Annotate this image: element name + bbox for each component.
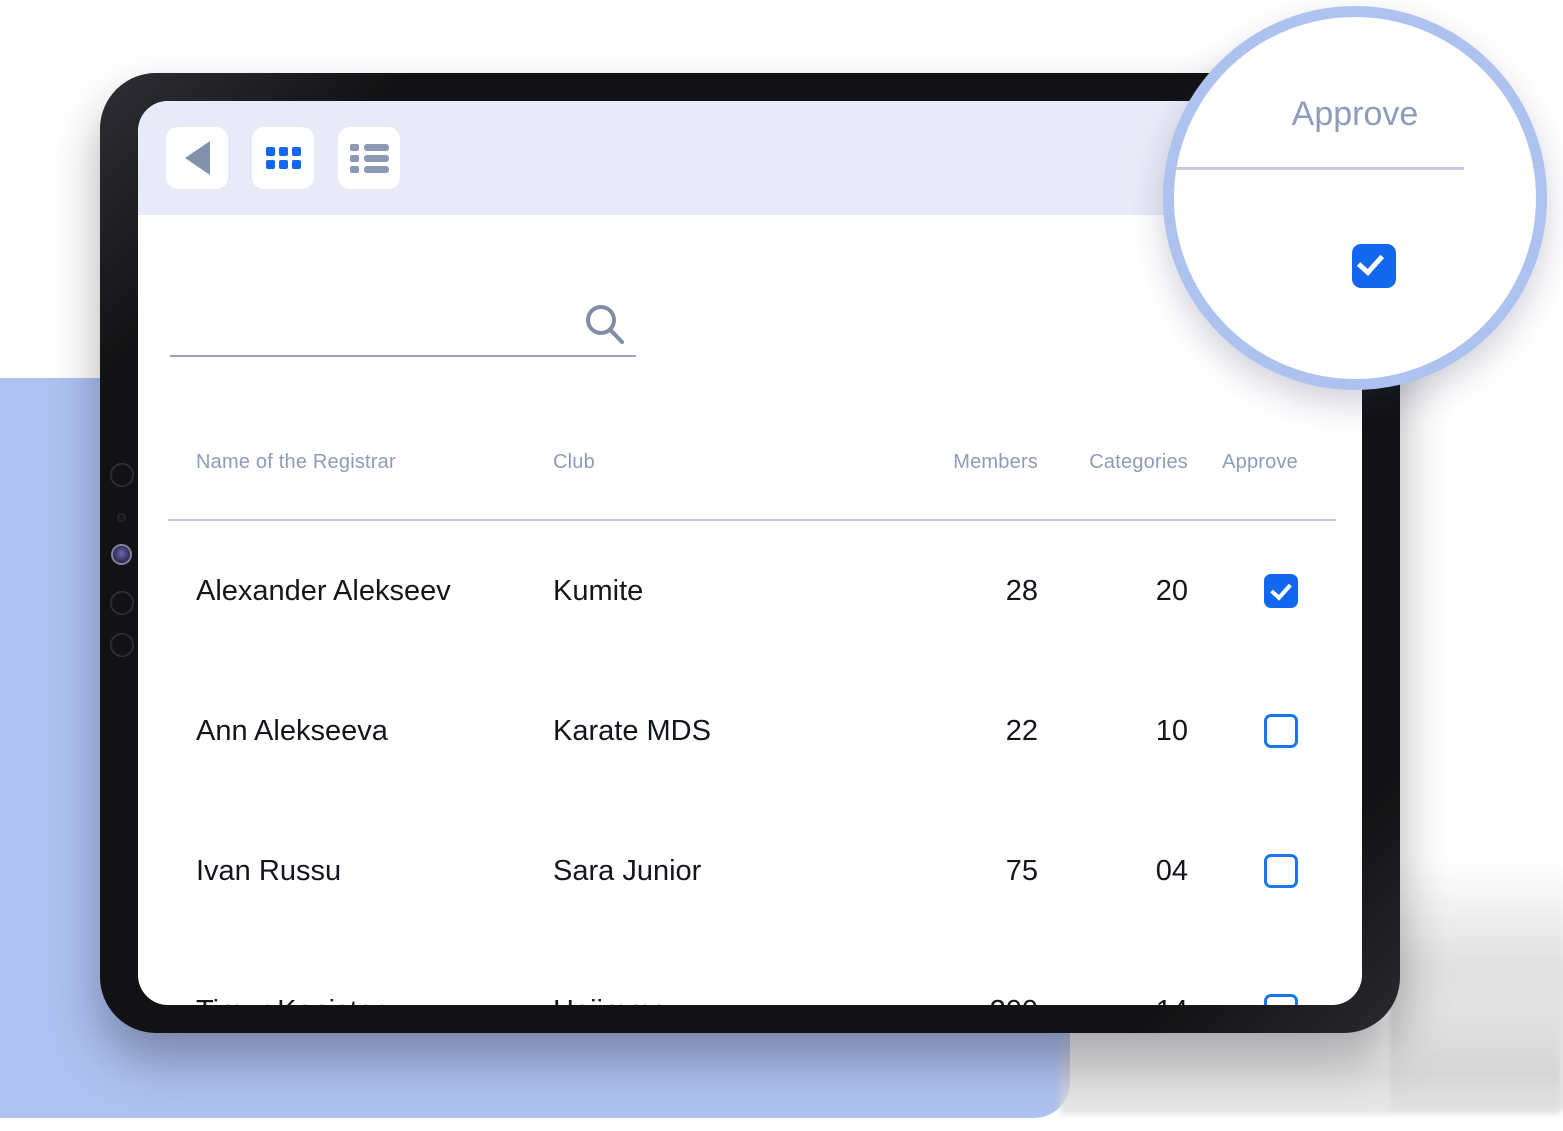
grid-view-button[interactable] [252, 127, 314, 189]
loupe-approve-label: Approve [1291, 95, 1419, 133]
approve-checkbox[interactable] [1264, 574, 1298, 609]
bezel-sensor-dot [117, 513, 126, 522]
table-row[interactable]: Ivan Russu Sara Junior 75 04 [168, 801, 1338, 941]
cell-registrar-name: Timur Konistar [168, 995, 553, 1006]
cell-registrar-name: Alexander Alekseev [196, 574, 451, 607]
cell-categories: 20 [1155, 574, 1188, 607]
loupe-divider [1174, 167, 1464, 170]
registrars-table: Name of the Registrar Club Members Categ… [168, 431, 1338, 1005]
cell-categories: 10 [1155, 714, 1188, 747]
cell-club: Kumite [553, 574, 644, 607]
column-header-members: Members [953, 450, 1038, 473]
approve-checkbox[interactable] [1264, 714, 1298, 749]
grid-icon [265, 147, 301, 169]
cell-club: Sara Junior [553, 854, 702, 887]
cell-members: 22 [1005, 714, 1038, 747]
list-icon [349, 143, 389, 173]
approve-checkbox[interactable] [1264, 994, 1298, 1005]
cell-members: 28 [1005, 574, 1038, 607]
cell-approve [1188, 854, 1328, 889]
magnifier-loupe: Approve [1163, 6, 1547, 390]
table-header: Name of the Registrar Club Members Categ… [168, 431, 1338, 521]
loupe-approve-checkbox[interactable] [1352, 244, 1396, 288]
cell-approve [1188, 714, 1328, 749]
search-area [170, 299, 636, 367]
approve-checkbox[interactable] [1264, 854, 1298, 889]
cell-club: Hajimme [553, 995, 848, 1006]
cell-categories: 04 [1155, 854, 1188, 887]
bezel-sensor-bottom [110, 633, 134, 657]
cell-registrar-name: Ann Alekseeva [196, 714, 388, 747]
cell-categories: 14 [1038, 995, 1188, 1006]
search-input[interactable] [170, 299, 590, 357]
table-row[interactable]: Timur KonistarHajimme20014 [168, 941, 1338, 1005]
column-header-club: Club [553, 450, 595, 473]
column-header-categories: Categories [1089, 450, 1188, 473]
table-row[interactable]: Alexander Alekseev Kumite 28 20 [168, 521, 1338, 661]
search-icon[interactable] [582, 303, 628, 349]
cell-approve [1188, 994, 1328, 1005]
cell-approve [1188, 574, 1328, 609]
list-view-button[interactable] [338, 127, 400, 189]
cell-members: 200 [848, 995, 1038, 1006]
bezel-sensor-mid [110, 591, 134, 615]
cell-members: 75 [1005, 854, 1038, 887]
column-header-approve: Approve [1222, 450, 1298, 473]
table-header-row: Name of the Registrar Club Members Categ… [168, 431, 1338, 493]
bezel-camera-icon [113, 546, 130, 563]
back-button[interactable] [166, 127, 228, 189]
back-triangle-icon [184, 141, 210, 175]
table-body: Alexander Alekseev Kumite 28 20 Ann Alekseev… [168, 521, 1338, 1005]
column-header-name: Name of the Registrar [196, 450, 396, 473]
cell-registrar-name: Ivan Russu [196, 854, 342, 887]
table-row[interactable]: Ann Alekseeva Karate MDS 22 10 [168, 661, 1338, 801]
cell-club: Karate MDS [553, 714, 711, 747]
bezel-sensor-top [110, 463, 134, 487]
